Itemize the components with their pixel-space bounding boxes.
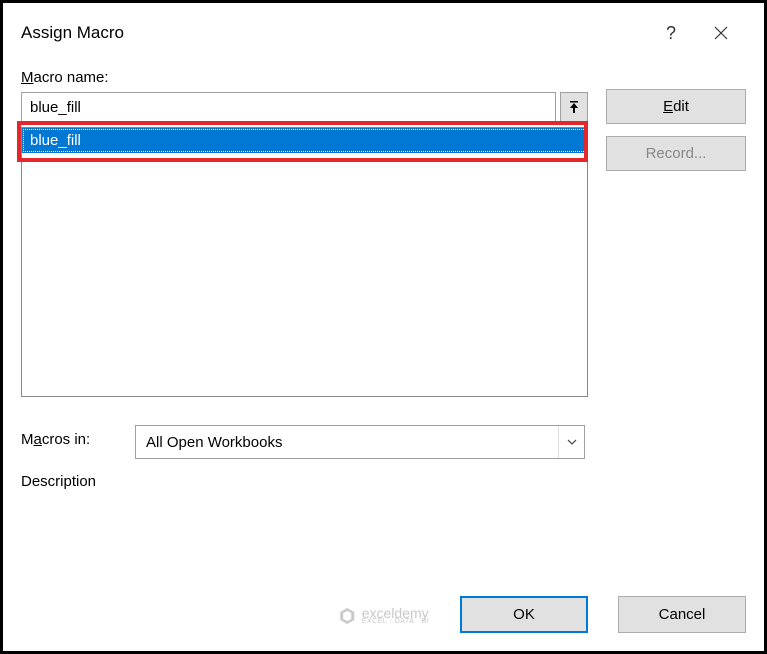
macros-in-row: Macros in: — [21, 425, 588, 459]
close-button[interactable] — [696, 15, 746, 51]
macro-name-label: Macro name: — [21, 69, 588, 86]
left-column: Macro name: blue_fill — [21, 69, 588, 496]
ok-button[interactable]: OK — [460, 596, 588, 633]
macros-in-label: Macros in: — [21, 431, 119, 448]
macro-name-row — [21, 92, 588, 123]
macro-name-input[interactable] — [21, 92, 556, 123]
list-item[interactable]: blue_fill — [22, 128, 587, 153]
top-row: Macro name: blue_fill — [21, 69, 746, 496]
description-label: Description — [21, 473, 588, 490]
right-column: Edit Record... — [606, 69, 746, 171]
dialog-footer: OK Cancel — [3, 596, 764, 651]
help-button[interactable]: ? — [646, 15, 696, 51]
assign-macro-dialog: Assign Macro ? Macro name: — [0, 0, 767, 654]
dialog-content: Macro name: blue_fill — [3, 59, 764, 596]
collapse-icon — [568, 101, 580, 115]
titlebar: Assign Macro ? — [3, 3, 764, 59]
collapse-dialog-button[interactable] — [560, 92, 588, 123]
cancel-button[interactable]: Cancel — [618, 596, 746, 633]
dialog-title: Assign Macro — [21, 23, 646, 43]
edit-button[interactable]: Edit — [606, 89, 746, 124]
close-icon — [714, 26, 728, 40]
macro-list-wrapper: blue_fill — [21, 127, 588, 397]
record-button: Record... — [606, 136, 746, 171]
macros-in-select-wrap — [135, 425, 585, 459]
macros-in-select[interactable] — [135, 425, 585, 459]
macro-listbox[interactable]: blue_fill — [21, 127, 588, 397]
